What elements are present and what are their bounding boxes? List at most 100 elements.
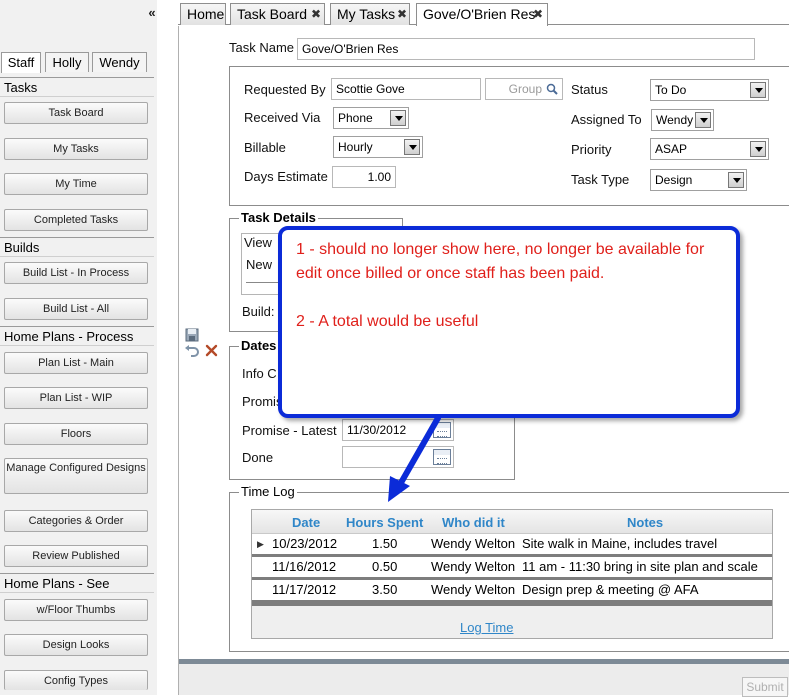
close-icon[interactable]: ✖ bbox=[533, 4, 543, 24]
save-icon[interactable] bbox=[185, 328, 199, 342]
row-date: 11/16/2012 bbox=[272, 559, 337, 574]
requested-by-input[interactable]: Scottie Gove bbox=[331, 78, 481, 100]
tab-gove-label: Gove/O'Brien Res bbox=[423, 6, 536, 22]
promise-latest-label: Promise - Latest bbox=[242, 423, 337, 438]
tab-home[interactable]: Home bbox=[180, 3, 226, 25]
tab-bar: Home Task Board ✖ My Tasks ✖ Gove/O'Brie… bbox=[178, 0, 789, 26]
days-estimate-input[interactable]: 1.00 bbox=[332, 166, 396, 188]
bottom-bar: Submit bbox=[179, 659, 789, 697]
status-value: To Do bbox=[655, 83, 687, 97]
time-log-grid: Date Hours Spent Who did it Notes ▶ 10/2… bbox=[251, 509, 773, 639]
current-row-marker-icon: ▶ bbox=[257, 539, 264, 549]
grid-header-row bbox=[252, 510, 772, 534]
row-who: Wendy Welton bbox=[431, 582, 516, 597]
sidebar-item-config-types[interactable]: Config Types bbox=[4, 670, 148, 690]
chevron-down-icon[interactable] bbox=[695, 112, 711, 128]
table-row[interactable]: ▶ 10/23/2012 1.50 Wendy Welton Site walk… bbox=[252, 534, 772, 554]
received-via-value: Phone bbox=[338, 111, 373, 125]
section-home-plans-process-title: Home Plans - Process bbox=[0, 326, 154, 346]
chevron-down-icon[interactable] bbox=[404, 139, 420, 155]
sidebar-item-manage-configured-designs[interactable]: Manage Configured Designs bbox=[4, 458, 148, 494]
priority-select[interactable]: ASAP bbox=[650, 138, 769, 160]
collapse-sidebar-icon[interactable]: « bbox=[148, 5, 155, 20]
undo-icon[interactable] bbox=[184, 344, 200, 358]
task-type-value: Design bbox=[655, 173, 693, 187]
tab-holly[interactable]: Holly bbox=[45, 52, 89, 72]
sidebar-item-build-list-all[interactable]: Build List - All bbox=[4, 298, 148, 320]
column-header-hours-spent[interactable]: Hours Spent bbox=[346, 515, 423, 530]
tab-my-tasks[interactable]: My Tasks ✖ bbox=[330, 3, 410, 25]
received-via-label: Received Via bbox=[244, 110, 321, 125]
submit-button[interactable]: Submit bbox=[742, 677, 788, 697]
tab-task-board[interactable]: Task Board ✖ bbox=[230, 3, 325, 25]
sidebar: « Staff Holly Wendy Tasks Task Board My … bbox=[0, 0, 157, 695]
row-notes: Site walk in Maine, includes travel bbox=[522, 536, 718, 551]
assigned-to-select[interactable]: Wendy bbox=[651, 109, 714, 131]
sidebar-item-build-list-in-process[interactable]: Build List - In Process bbox=[4, 262, 148, 284]
billable-select[interactable]: Hourly bbox=[333, 136, 423, 158]
task-type-label: Task Type bbox=[571, 172, 630, 187]
sidebar-item-floors[interactable]: Floors bbox=[4, 423, 148, 445]
search-icon[interactable] bbox=[546, 83, 558, 95]
sidebar-item-completed-tasks[interactable]: Completed Tasks bbox=[4, 209, 148, 231]
table-row[interactable]: 11/16/2012 0.50 Wendy Welton 11 am - 11:… bbox=[252, 557, 772, 577]
row-hours: 1.50 bbox=[372, 536, 398, 551]
received-via-select[interactable]: Phone bbox=[333, 107, 409, 129]
row-notes: Design prep & meeting @ AFA bbox=[522, 582, 699, 597]
chevron-down-icon[interactable] bbox=[750, 141, 766, 157]
tab-task-board-label: Task Board bbox=[237, 6, 308, 22]
row-date: 11/17/2012 bbox=[272, 582, 337, 597]
row-who: Wendy Welton bbox=[431, 536, 516, 551]
group-input[interactable]: Group bbox=[485, 78, 563, 100]
priority-value: ASAP bbox=[655, 142, 688, 156]
billable-label: Billable bbox=[244, 140, 286, 155]
annotation-arrow-icon bbox=[388, 415, 441, 502]
row-notes: 11 am - 11:30 bring in site plan and sca… bbox=[522, 559, 758, 574]
priority-label: Priority bbox=[571, 142, 612, 157]
chevron-down-icon[interactable] bbox=[390, 110, 406, 126]
column-header-notes[interactable]: Notes bbox=[627, 515, 663, 530]
row-hours: 0.50 bbox=[372, 559, 398, 574]
callout-line-1: 1 - should no longer show here, no longe… bbox=[296, 241, 705, 282]
sidebar-item-design-looks[interactable]: Design Looks bbox=[4, 634, 148, 656]
close-icon[interactable]: ✖ bbox=[311, 4, 321, 24]
tab-gove-obrien-res[interactable]: Gove/O'Brien Res ✖ bbox=[416, 3, 548, 26]
status-label: Status bbox=[571, 82, 608, 97]
assigned-to-value: Wendy bbox=[656, 113, 694, 127]
task-name-input[interactable]: Gove/O'Brien Res bbox=[297, 38, 755, 60]
row-date: 10/23/2012 bbox=[272, 536, 338, 551]
task-type-select[interactable]: Design bbox=[650, 169, 747, 191]
sidebar-item-my-tasks[interactable]: My Tasks bbox=[4, 138, 148, 160]
chevron-down-icon[interactable] bbox=[728, 172, 744, 188]
sidebar-item-task-board[interactable]: Task Board bbox=[4, 102, 148, 124]
status-select[interactable]: To Do bbox=[650, 79, 769, 101]
days-estimate-label: Days Estimate bbox=[244, 169, 328, 184]
promise-date-label: Promis bbox=[242, 394, 283, 409]
task-name-label: Task Name bbox=[229, 40, 295, 55]
column-header-who-did-it[interactable]: Who did it bbox=[442, 515, 505, 530]
table-row[interactable]: 11/17/2012 3.50 Wendy Welton Design prep… bbox=[252, 580, 772, 600]
sidebar-item-my-time[interactable]: My Time bbox=[4, 173, 148, 195]
delete-icon[interactable] bbox=[205, 344, 218, 357]
build-label: Build: bbox=[242, 304, 275, 319]
sidebar-item-plan-list-main[interactable]: Plan List - Main bbox=[4, 352, 148, 374]
section-builds-title: Builds bbox=[0, 237, 154, 257]
task-details-view-text: View bbox=[244, 235, 272, 250]
sidebar-item-plan-list-wip[interactable]: Plan List - WIP bbox=[4, 387, 148, 409]
tab-staff[interactable]: Staff bbox=[1, 52, 41, 73]
column-header-date[interactable]: Date bbox=[292, 515, 320, 530]
section-home-plans-see-title: Home Plans - See bbox=[0, 573, 154, 593]
close-icon[interactable]: ✖ bbox=[397, 4, 407, 24]
log-time-link[interactable]: Log Time bbox=[460, 620, 513, 635]
sidebar-item-review-published[interactable]: Review Published bbox=[4, 545, 148, 567]
info-date-label: Info C bbox=[242, 366, 277, 381]
chevron-down-icon[interactable] bbox=[750, 82, 766, 98]
assigned-to-label: Assigned To bbox=[571, 112, 642, 127]
sidebar-item-floor-thumbs[interactable]: w/Floor Thumbs bbox=[4, 599, 148, 621]
task-details-new-text: New bbox=[246, 257, 273, 272]
sidebar-item-categories-order[interactable]: Categories & Order bbox=[4, 510, 148, 532]
annotation-callout: 1 - should no longer show here, no longe… bbox=[278, 226, 740, 418]
tab-wendy[interactable]: Wendy bbox=[92, 52, 147, 72]
tab-my-tasks-label: My Tasks bbox=[337, 6, 396, 22]
task-details-legend: Task Details bbox=[239, 210, 318, 225]
